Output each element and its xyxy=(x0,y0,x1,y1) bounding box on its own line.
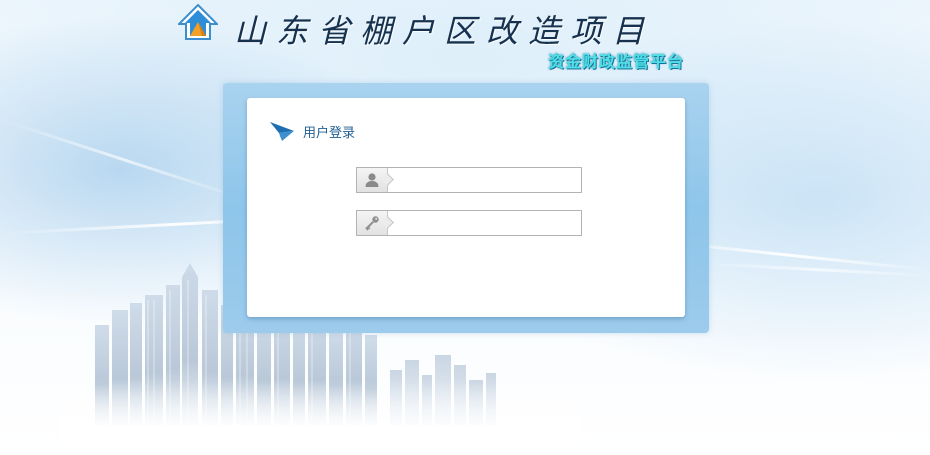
login-title: 用户登录 xyxy=(303,125,356,141)
key-icon xyxy=(365,216,379,231)
login-page: 山东省棚户区改造项目 资金财政监管平台 用户登录 xyxy=(0,0,930,455)
password-field[interactable] xyxy=(356,210,582,236)
house-arrow-icon xyxy=(176,3,220,40)
login-frame: 用户登录 xyxy=(223,83,709,333)
user-icon xyxy=(365,173,379,187)
password-input[interactable] xyxy=(393,212,577,234)
login-header: 用户登录 xyxy=(269,118,355,144)
password-icon-box xyxy=(357,211,388,235)
main-title: 山东省棚户区改造项目 xyxy=(234,12,655,50)
light-beam xyxy=(0,118,248,202)
username-field[interactable] xyxy=(356,167,582,193)
username-input[interactable] xyxy=(393,169,577,191)
paper-plane-icon xyxy=(270,122,294,141)
sub-title: 资金财政监管平台 xyxy=(548,52,685,71)
username-icon-box xyxy=(357,168,388,192)
login-panel: 用户登录 xyxy=(247,98,685,317)
city-fade xyxy=(60,380,580,455)
